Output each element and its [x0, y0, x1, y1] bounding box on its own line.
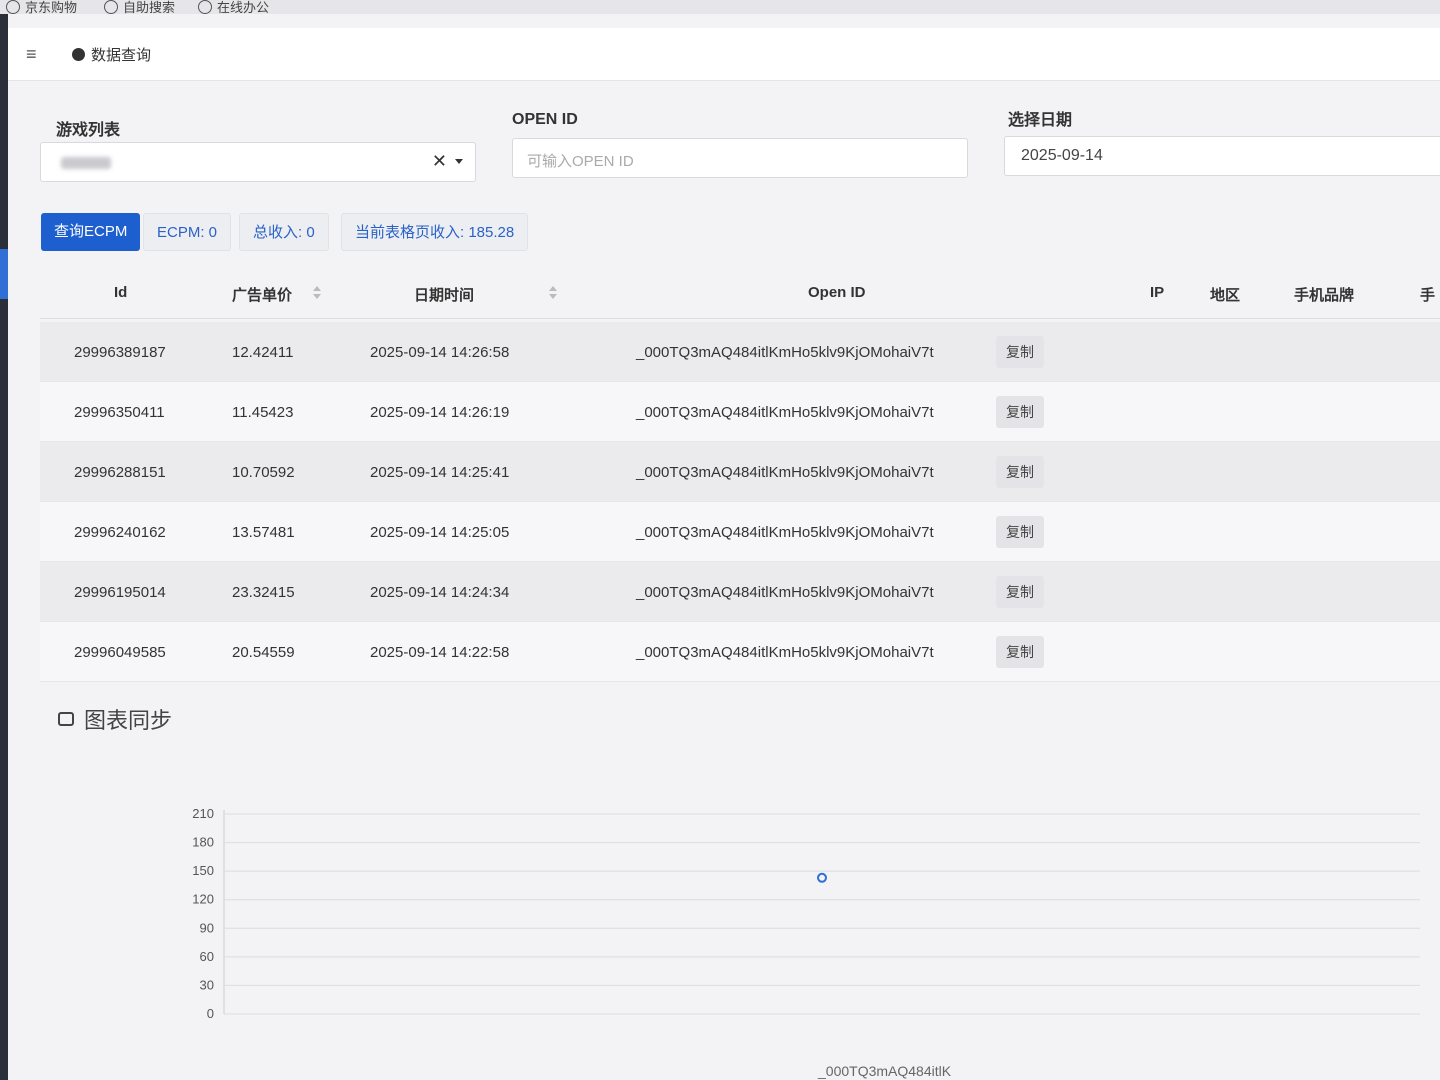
hamburger-icon[interactable]: ≡	[26, 44, 37, 65]
cell-datetime: 2025-09-14 14:25:41	[370, 464, 510, 481]
globe-icon	[104, 0, 118, 14]
cell-id: 29996389187	[74, 344, 166, 361]
col-header-price[interactable]: 广告单价	[232, 284, 292, 305]
cell-datetime: 2025-09-14 14:22:58	[370, 644, 510, 661]
chart-point[interactable]	[817, 872, 827, 883]
y-tick-label: 0	[207, 1006, 214, 1021]
open-id-placeholder: 可输入OPEN ID	[527, 153, 634, 170]
y-tick-label: 30	[200, 977, 214, 992]
cell-open-id: _000TQ3mAQ484itlKmHo5klv9KjOMohaiV7t	[636, 524, 934, 541]
query-ecpm-button[interactable]: 查询ECPM	[41, 213, 141, 251]
table-row: 29996288151 10.70592 2025-09-14 14:25:41…	[40, 442, 1440, 502]
col-header-region[interactable]: 地区	[1210, 284, 1240, 305]
game-list-select[interactable]: ✕	[40, 142, 476, 182]
col-header-datetime[interactable]: 日期时间	[414, 284, 474, 305]
open-id-input[interactable]: 可输入OPEN ID	[512, 138, 968, 178]
sort-icon[interactable]	[313, 286, 321, 300]
table-row: 29996389187 12.42411 2025-09-14 14:26:58…	[40, 322, 1440, 382]
total-income-stat: 总收入: 0	[239, 213, 329, 251]
col-header-ip[interactable]: IP	[1150, 284, 1164, 301]
browser-bookmarks-bar: 京东购物 自助搜索 在线办公	[0, 0, 1440, 16]
y-tick-label: 210	[192, 806, 214, 821]
copy-button[interactable]: 复制	[996, 516, 1044, 548]
nav-breadcrumb[interactable]: 数据查询	[72, 44, 151, 65]
chevron-down-icon[interactable]	[455, 159, 463, 164]
cell-open-id: _000TQ3mAQ484itlKmHo5klv9KjOMohaiV7t	[636, 584, 934, 601]
col-header-brand[interactable]: 手机品牌	[1294, 284, 1354, 305]
cell-datetime: 2025-09-14 14:24:34	[370, 584, 510, 601]
cell-id: 29996288151	[74, 464, 166, 481]
table-row: 29996350411 11.45423 2025-09-14 14:26:19…	[40, 382, 1440, 442]
page-title: 数据查询	[91, 47, 152, 64]
table-row: 29996240162 13.57481 2025-09-14 14:25:05…	[40, 502, 1440, 562]
date-value: 2025-09-14	[1021, 147, 1103, 164]
cell-price: 20.54559	[232, 644, 295, 661]
date-picker[interactable]: 2025-09-14	[1004, 136, 1440, 176]
cell-price: 23.32415	[232, 584, 295, 601]
top-navbar: ≡ 数据查询	[8, 28, 1440, 81]
bookmark-office[interactable]: 在线办公	[198, 0, 269, 16]
page-income-stat: 当前表格页收入: 185.28	[341, 213, 529, 251]
copy-button[interactable]: 复制	[996, 336, 1044, 368]
table-header-divider	[40, 318, 1440, 319]
cell-datetime: 2025-09-14 14:26:58	[370, 344, 510, 361]
copy-button[interactable]: 复制	[996, 456, 1044, 488]
cell-open-id: _000TQ3mAQ484itlKmHo5klv9KjOMohaiV7t	[636, 404, 934, 421]
cell-open-id: _000TQ3mAQ484itlKmHo5klv9KjOMohaiV7t	[636, 644, 934, 661]
table-row: 29996049585 20.54559 2025-09-14 14:22:58…	[40, 622, 1440, 682]
chart-section-title: 图表同步	[58, 703, 172, 735]
cell-price: 10.70592	[232, 464, 295, 481]
y-tick-label: 60	[200, 949, 214, 964]
col-header-id[interactable]: Id	[114, 284, 127, 301]
cell-price: 13.57481	[232, 524, 295, 541]
y-tick-label: 180	[192, 835, 214, 850]
cell-datetime: 2025-09-14 14:25:05	[370, 524, 510, 541]
clear-icon[interactable]: ✕	[432, 151, 447, 172]
copy-button[interactable]: 复制	[996, 576, 1044, 608]
game-name-redacted	[61, 157, 111, 169]
col-header-extra[interactable]: 手	[1420, 284, 1435, 305]
ecpm-stat: ECPM: 0	[143, 213, 232, 251]
sort-icon[interactable]	[549, 286, 557, 300]
cell-id: 29996350411	[74, 404, 165, 421]
cell-datetime: 2025-09-14 14:26:19	[370, 404, 510, 421]
cell-id: 29996240162	[74, 524, 166, 541]
sidebar-edge	[0, 14, 8, 1080]
cell-open-id: _000TQ3mAQ484itlKmHo5klv9KjOMohaiV7t	[636, 344, 934, 361]
cell-open-id: _000TQ3mAQ484itlKmHo5klv9KjOMohaiV7t	[636, 464, 934, 481]
cell-id: 29996195014	[74, 584, 166, 601]
sidebar-active-indicator	[0, 249, 8, 299]
bookmark-search[interactable]: 自助搜索	[104, 0, 175, 16]
bookmark-jd[interactable]: 京东购物	[6, 0, 77, 16]
dashboard-icon	[72, 48, 85, 61]
open-id-label: OPEN ID	[512, 111, 578, 128]
globe-icon	[198, 0, 212, 14]
copy-button[interactable]: 复制	[996, 396, 1044, 428]
col-header-open-id[interactable]: Open ID	[808, 284, 866, 301]
chart-x-label-partial: _000TQ3mAQ484itlK	[818, 1063, 952, 1079]
y-tick-label: 150	[192, 863, 214, 878]
chart-icon	[58, 712, 74, 726]
cell-price: 11.45423	[232, 404, 294, 421]
game-list-label: 游戏列表	[56, 122, 121, 139]
date-label: 选择日期	[1008, 112, 1073, 129]
sync-chart: 0 30 60 90 120 150 180 210	[192, 806, 1420, 1021]
copy-button[interactable]: 复制	[996, 636, 1044, 668]
cell-price: 12.42411	[232, 344, 294, 361]
cell-id: 29996049585	[74, 644, 166, 661]
globe-icon	[6, 0, 20, 14]
y-tick-label: 120	[192, 892, 214, 907]
y-tick-label: 90	[200, 920, 214, 935]
table-row: 29996195014 23.32415 2025-09-14 14:24:34…	[40, 562, 1440, 622]
